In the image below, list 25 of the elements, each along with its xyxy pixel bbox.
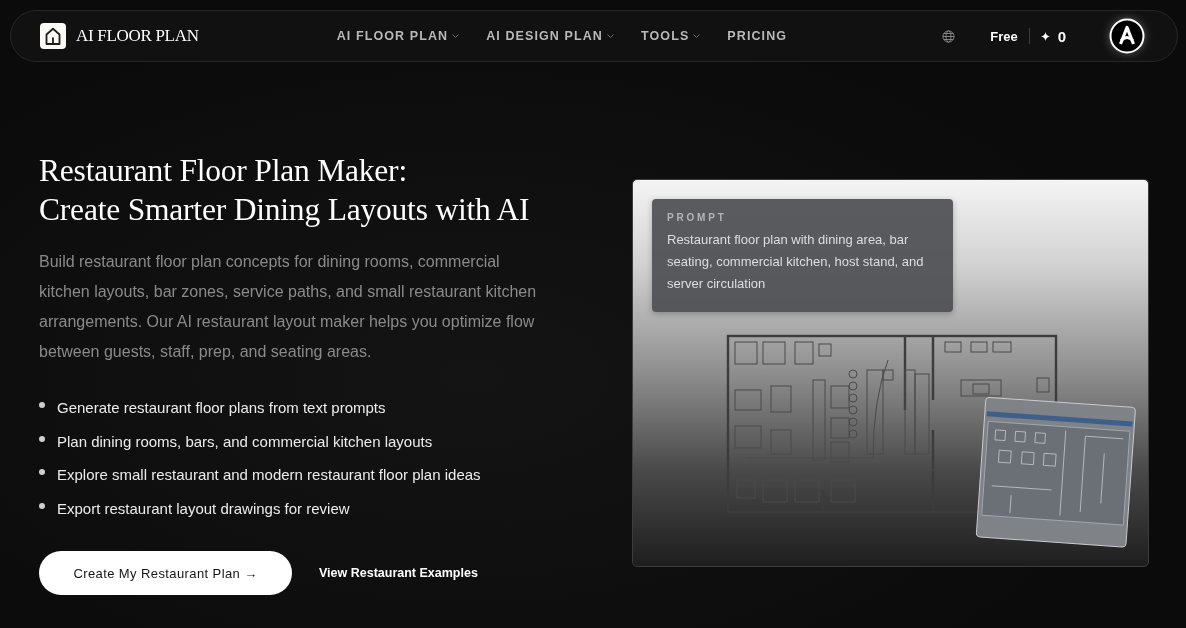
credits-count: 0 <box>1057 27 1066 45</box>
sparkle-icon <box>1040 31 1050 41</box>
brand-name[interactable]: AI FLOOR PLAN <box>76 26 199 46</box>
feature-text: Explore small restaurant and modern restaurant floor plan ideas <box>57 466 481 484</box>
bullet-icon <box>39 469 45 475</box>
prompt-label: PROMPT <box>667 212 728 223</box>
prompt-text: Restaurant floor plan with dining area, bar seating, commercial kitchen, host stand, and server circulation <box>667 231 925 293</box>
bullet-icon <box>39 502 45 509</box>
create-plan-button[interactable]: Create My Restaurant Plan → <box>39 551 292 595</box>
feature-text: Generate restaurant floor plans from text prompts <box>57 399 386 417</box>
hero-title: Restaurant Floor Plan Maker: Create Smarter Dining Layouts with AI <box>39 152 531 229</box>
plan-label: Free <box>990 28 1018 44</box>
nav-link[interactable]: PRICING <box>727 29 788 43</box>
hero-description: Build restaurant floor plan concepts for dining rooms, commercial kitchen layouts, bar zones, service paths, and small restaurant kitchen arrangements. Our AI restaurant layout maker helps you optimize flow between guests, staff, prep, and seating areas. <box>39 252 538 362</box>
nav-link[interactable]: AI DESIGN PLAN <box>486 29 614 43</box>
view-examples-link[interactable]: View Restaurant Examples <box>319 566 478 580</box>
bullet-icon <box>39 402 45 408</box>
feature-text: Export restaurant layout drawings for review <box>57 499 350 518</box>
globe-icon[interactable] <box>942 29 956 43</box>
feature-text: Plan dining rooms, bars, and commercial kitchen layouts <box>57 432 433 451</box>
bullet-icon <box>39 435 45 442</box>
nav-link[interactable]: TOOLS <box>641 29 701 43</box>
avatar-icon[interactable] <box>1109 18 1145 54</box>
nav-link[interactable]: AI FLOOR PLAN <box>336 29 460 43</box>
house-logo-icon[interactable] <box>40 23 66 49</box>
